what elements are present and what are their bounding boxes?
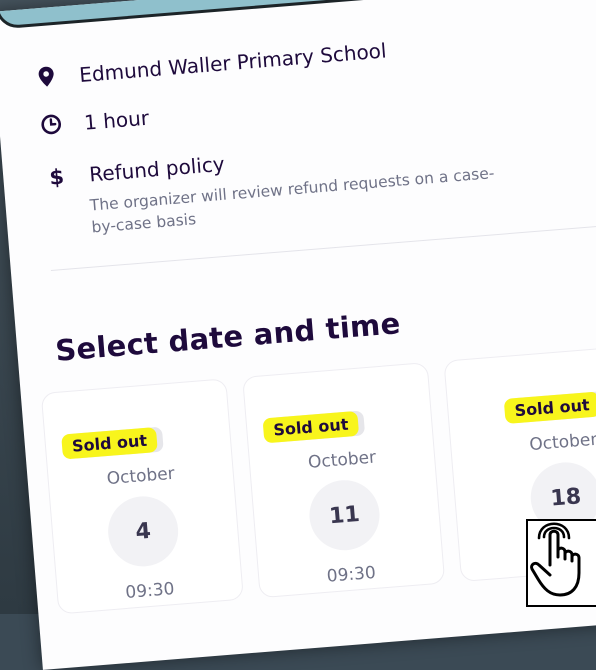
location-row[interactable]: Edmund Waller Primary School — [35, 38, 388, 90]
duration-row: 1 hour — [39, 105, 150, 139]
map-pin-icon — [35, 65, 59, 89]
clock-icon — [39, 113, 63, 137]
date-month: October — [528, 429, 596, 456]
event-details-page: Edmund Waller Primary School 1 hour $ Re… — [0, 0, 596, 670]
date-day: 11 — [306, 477, 383, 553]
select-date-title: Select date and time — [54, 306, 402, 368]
date-time: 09:30 — [326, 562, 377, 587]
refund-title: Refund policy — [88, 151, 226, 187]
date-day: 4 — [105, 493, 181, 570]
hand-pointer-icon — [526, 519, 596, 607]
sold-out-badge: Sold out — [61, 427, 158, 460]
top-banner — [0, 0, 592, 30]
date-month: October — [106, 463, 176, 490]
date-time: 09:30 — [124, 579, 176, 603]
duration-text: 1 hour — [83, 105, 150, 135]
sold-out-badge: Sold out — [262, 410, 360, 444]
dollar-icon: $ — [45, 164, 69, 189]
date-card[interactable]: Sold out October 4 09:30 — [40, 378, 244, 615]
sold-out-badge: Sold out — [503, 391, 596, 424]
svg-text:$: $ — [49, 165, 66, 189]
date-card[interactable]: Sold out October 11 09:30 — [242, 362, 446, 599]
date-month: October — [307, 447, 377, 473]
refund-row: $ Refund policy — [45, 152, 226, 190]
location-text: Edmund Waller Primary School — [78, 38, 388, 87]
